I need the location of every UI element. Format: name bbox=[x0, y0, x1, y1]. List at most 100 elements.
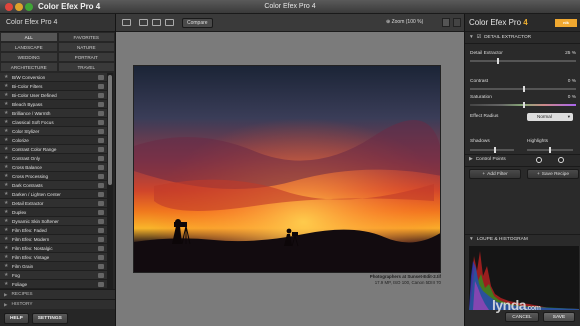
star-icon[interactable]: ★ bbox=[4, 110, 9, 116]
add-control-point-icon[interactable] bbox=[536, 156, 542, 163]
star-icon[interactable]: ★ bbox=[4, 137, 9, 143]
filter-preview-icon[interactable] bbox=[98, 218, 104, 224]
filter-preview-icon[interactable] bbox=[98, 272, 104, 278]
scrollbar-thumb[interactable] bbox=[108, 75, 112, 185]
star-icon[interactable]: ★ bbox=[4, 200, 9, 206]
star-icon[interactable]: ★ bbox=[4, 146, 9, 152]
filter-list-item[interactable]: ★ Classical Soft Focus bbox=[0, 118, 107, 127]
star-icon[interactable]: ★ bbox=[4, 254, 9, 260]
subtract-control-point-icon[interactable] bbox=[558, 156, 564, 163]
filter-list-scrollbar[interactable] bbox=[107, 73, 113, 289]
star-icon[interactable]: ★ bbox=[4, 218, 9, 224]
detail-extractor-slider[interactable] bbox=[470, 58, 576, 64]
category-tab-travel[interactable]: TRAVEL bbox=[57, 62, 115, 72]
star-icon[interactable]: ★ bbox=[4, 281, 9, 287]
filter-preview-icon[interactable] bbox=[98, 236, 104, 242]
filter-preview-icon[interactable] bbox=[98, 173, 104, 179]
filter-list-item[interactable]: ★ Cross Balance bbox=[0, 163, 107, 172]
star-icon[interactable]: ★ bbox=[4, 236, 9, 242]
filter-preview-icon[interactable] bbox=[98, 128, 104, 134]
saturation-slider[interactable] bbox=[470, 102, 576, 108]
star-icon[interactable]: ★ bbox=[4, 191, 9, 197]
star-icon[interactable]: ★ bbox=[4, 209, 9, 215]
star-icon[interactable]: ★ bbox=[4, 263, 9, 269]
single-view-icon[interactable] bbox=[139, 19, 148, 26]
star-icon[interactable]: ★ bbox=[4, 155, 9, 161]
panel-toggle-icon[interactable] bbox=[453, 18, 461, 27]
filter-preview-icon[interactable] bbox=[98, 200, 104, 206]
category-tab-architecture[interactable]: ARCHITECTURE bbox=[0, 62, 58, 72]
category-tab-portrait[interactable]: PORTRAIT bbox=[57, 52, 115, 62]
star-icon[interactable]: ★ bbox=[4, 182, 9, 188]
filter-enable-checkbox[interactable]: ☑ bbox=[477, 35, 481, 40]
filter-list-item[interactable]: ★ Brilliance / Warmth bbox=[0, 109, 107, 118]
highlights-slider[interactable] bbox=[527, 147, 573, 153]
filter-preview-icon[interactable] bbox=[98, 263, 104, 269]
control-points-row[interactable]: ▶ Control Points bbox=[469, 155, 579, 164]
filter-preview-icon[interactable] bbox=[98, 245, 104, 251]
filter-preview-icon[interactable] bbox=[98, 164, 104, 170]
filter-preview-icon[interactable] bbox=[98, 209, 104, 215]
slider-thumb[interactable] bbox=[523, 86, 525, 92]
save-recipe-button[interactable]: + Save Recipe bbox=[527, 169, 579, 179]
category-tab-nature[interactable]: NATURE bbox=[57, 42, 115, 52]
filter-preview-icon[interactable] bbox=[98, 281, 104, 287]
filter-list-item[interactable]: ★ Colorize bbox=[0, 136, 107, 145]
filter-list-item[interactable]: ★ Cross Processing bbox=[0, 172, 107, 181]
filter-list-item[interactable]: ★ Bi-Color Filters bbox=[0, 82, 107, 91]
zoom-dropdown[interactable]: ⊕ Zoom (100 %) bbox=[386, 19, 423, 25]
filter-list-item[interactable]: ★ Film Efex: Nostalgic bbox=[0, 244, 107, 253]
filter-preview-icon[interactable] bbox=[98, 182, 104, 188]
filter-preview-icon[interactable] bbox=[98, 137, 104, 143]
star-icon[interactable]: ★ bbox=[4, 83, 9, 89]
filter-list-item[interactable]: ★ Bleach Bypass bbox=[0, 100, 107, 109]
filter-list-item[interactable]: ★ Detail Extractor bbox=[0, 199, 107, 208]
filter-list-item[interactable]: ★ Bi-Color User Defined bbox=[0, 91, 107, 100]
star-icon[interactable]: ★ bbox=[4, 119, 9, 125]
filter-list-item[interactable]: ★ Film Efex: Modern bbox=[0, 235, 107, 244]
filter-preview-icon[interactable] bbox=[98, 254, 104, 260]
category-tab-all[interactable]: ALL bbox=[0, 32, 58, 42]
star-icon[interactable]: ★ bbox=[4, 92, 9, 98]
filter-list-item[interactable]: ★ Duplex bbox=[0, 208, 107, 217]
filter-preview-icon[interactable] bbox=[98, 110, 104, 116]
loupe-histogram-header[interactable]: ▼ LOUPE & HISTOGRAM bbox=[465, 235, 580, 244]
contrast-slider[interactable] bbox=[470, 86, 576, 92]
filter-list-item[interactable]: ★ B/W Conversion bbox=[0, 73, 107, 82]
filter-preview-icon[interactable] bbox=[98, 74, 104, 80]
help-button[interactable]: HELP bbox=[4, 312, 29, 324]
history-section[interactable]: ▶ HISTORY bbox=[0, 299, 115, 309]
filter-list-item[interactable]: ★ Film Efex: Faded bbox=[0, 226, 107, 235]
filter-preview-icon[interactable] bbox=[98, 92, 104, 98]
preview-image[interactable] bbox=[133, 65, 441, 273]
star-icon[interactable]: ★ bbox=[4, 164, 9, 170]
star-icon[interactable]: ★ bbox=[4, 173, 9, 179]
filter-preview-icon[interactable] bbox=[98, 191, 104, 197]
recipes-section[interactable]: ▶ RECIPES bbox=[0, 289, 115, 299]
filter-list-item[interactable]: ★ Dark Contrasts bbox=[0, 181, 107, 190]
filter-list-item[interactable]: ★ Darken / Lighten Center bbox=[0, 190, 107, 199]
slider-thumb[interactable] bbox=[549, 147, 551, 153]
category-tab-landscape[interactable]: LANDSCAPE bbox=[0, 42, 58, 52]
shadows-slider[interactable] bbox=[470, 147, 514, 153]
filter-preview-icon[interactable] bbox=[98, 119, 104, 125]
star-icon[interactable]: ★ bbox=[4, 101, 9, 107]
side-by-side-view-icon[interactable] bbox=[165, 19, 174, 26]
settings-button[interactable]: SETTINGS bbox=[31, 312, 68, 324]
filter-list-item[interactable]: ★ Film Grain bbox=[0, 262, 107, 271]
star-icon[interactable]: ★ bbox=[4, 245, 9, 251]
filter-list-item[interactable]: ★ Film Efex: Vintage bbox=[0, 253, 107, 262]
filter-preview-icon[interactable] bbox=[98, 155, 104, 161]
slider-thumb[interactable] bbox=[494, 147, 496, 153]
save-button[interactable]: SAVE bbox=[543, 312, 575, 322]
filter-preview-icon[interactable] bbox=[98, 227, 104, 233]
filter-preview-icon[interactable] bbox=[98, 146, 104, 152]
split-view-icon[interactable] bbox=[152, 19, 161, 26]
add-filter-button[interactable]: + Add Filter bbox=[469, 169, 521, 179]
cancel-button[interactable]: CANCEL bbox=[505, 312, 539, 322]
filter-preview-icon[interactable] bbox=[98, 83, 104, 89]
filter-preview-icon[interactable] bbox=[98, 101, 104, 107]
effect-radius-select[interactable]: Normal ▾ bbox=[527, 113, 573, 121]
browser-toggle-icon[interactable] bbox=[122, 19, 131, 26]
star-icon[interactable]: ★ bbox=[4, 128, 9, 134]
